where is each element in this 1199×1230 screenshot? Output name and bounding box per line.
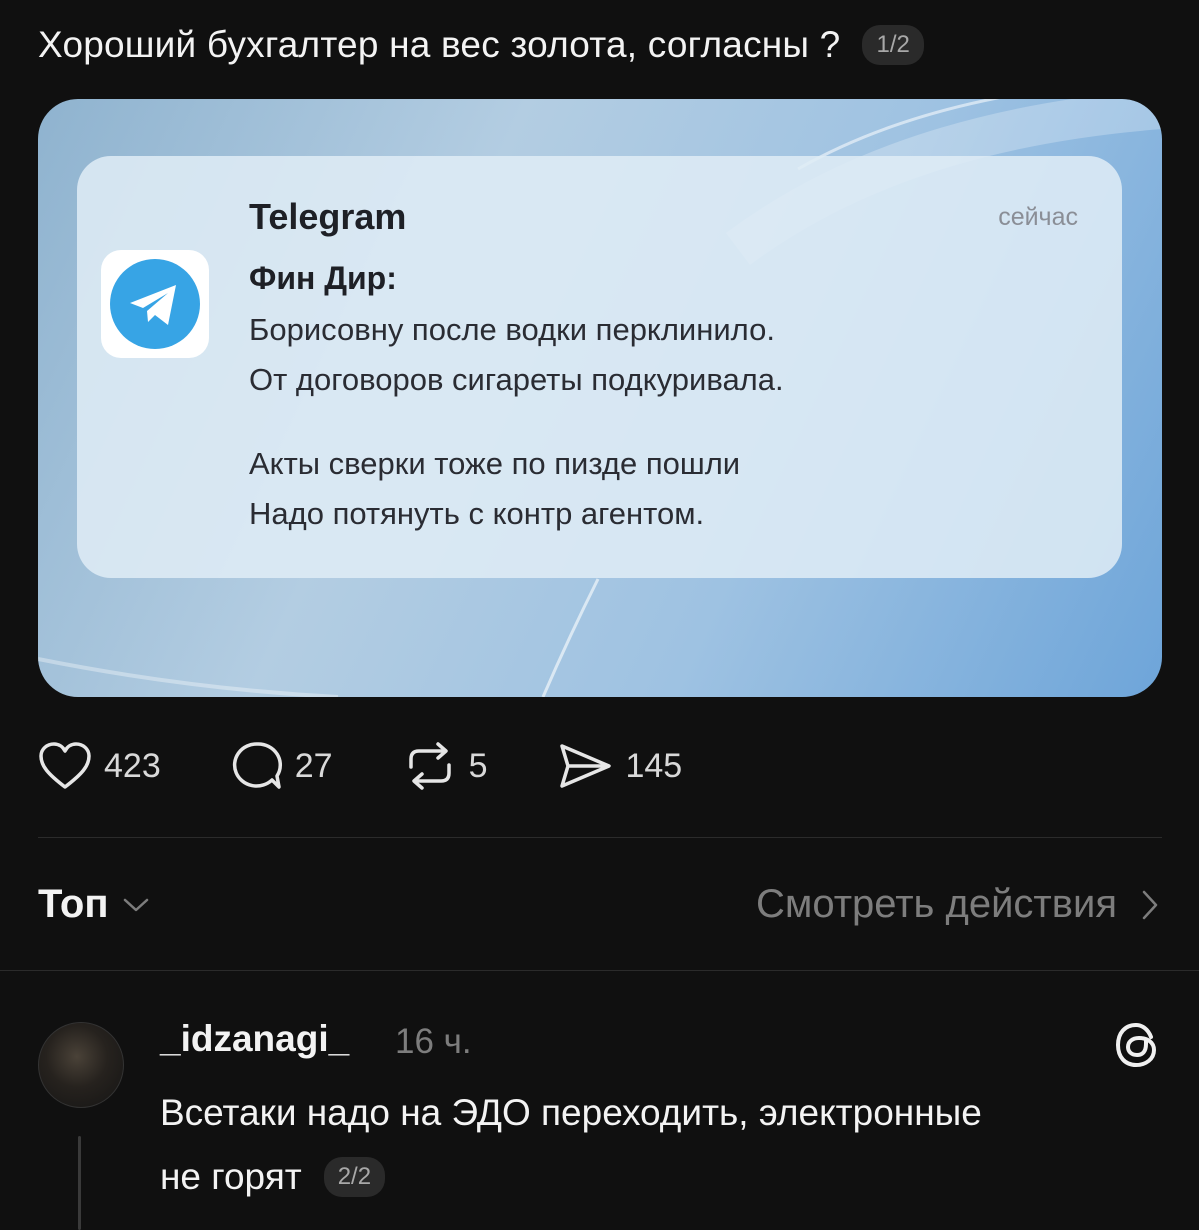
chevron-right-icon — [1142, 890, 1158, 919]
share-button[interactable]: 145 — [557, 741, 682, 791]
section-divider — [0, 970, 1199, 971]
comment-time: 16 ч. — [395, 1022, 472, 1061]
divider — [38, 837, 1162, 838]
sort-dropdown[interactable]: Топ — [38, 882, 151, 927]
notification-line: Акты сверки тоже по пизде пошли — [249, 446, 741, 481]
heart-icon — [39, 742, 91, 789]
chevron-down-icon — [123, 898, 148, 911]
notification-line: Надо потянуть с контр агентом. — [249, 496, 705, 531]
notification-sender: Фин Дир: — [249, 260, 397, 296]
notification-line: Борисовну после водки перклинило. — [249, 312, 775, 347]
telegram-notification: Telegram сейчас Фин Дир: Борисовну после… — [77, 156, 1122, 578]
threads-icon[interactable] — [1113, 1020, 1161, 1075]
view-actions-link[interactable]: Смотреть действия — [756, 882, 1161, 927]
notification-line: От договоров сигареты подкуривала. — [249, 362, 784, 397]
like-count: 423 — [104, 746, 161, 785]
post-text: Хороший бухгалтер на вес золота, согласн… — [38, 24, 841, 65]
repost-button[interactable]: 5 — [403, 741, 488, 791]
notification-time: сейчас — [998, 203, 1078, 231]
share-count: 145 — [625, 746, 683, 785]
notification-app-name: Telegram — [249, 196, 407, 237]
send-icon — [560, 744, 612, 788]
repost-count: 5 — [468, 746, 488, 785]
comment-page-counter: 2/2 — [323, 1157, 386, 1197]
comment-icon — [232, 742, 282, 789]
comment-button[interactable]: 27 — [231, 740, 333, 792]
like-button[interactable]: 423 — [38, 741, 161, 791]
post-actions: 423 27 5 145 — [38, 740, 752, 792]
post-image[interactable]: Telegram сейчас Фин Дир: Борисовну после… — [38, 99, 1162, 697]
avatar[interactable] — [38, 1022, 124, 1108]
post-header: Хороший бухгалтер на вес золота, согласн… — [38, 24, 924, 66]
telegram-icon — [101, 250, 209, 358]
thread-line — [78, 1136, 81, 1230]
comment-text-line: Всетаки надо на ЭДО переходить, электрон… — [160, 1092, 982, 1133]
post-page-counter: 1/2 — [862, 25, 924, 65]
comment-count: 27 — [294, 746, 333, 785]
comment-username[interactable]: _idzanagi_ — [160, 1018, 349, 1060]
sort-label: Топ — [38, 882, 109, 926]
comment-text-line: не горят — [160, 1156, 302, 1197]
view-actions-label: Смотреть действия — [755, 882, 1117, 926]
repost-icon — [408, 742, 451, 790]
comment-text-row: не горят 2/2 — [160, 1156, 386, 1198]
